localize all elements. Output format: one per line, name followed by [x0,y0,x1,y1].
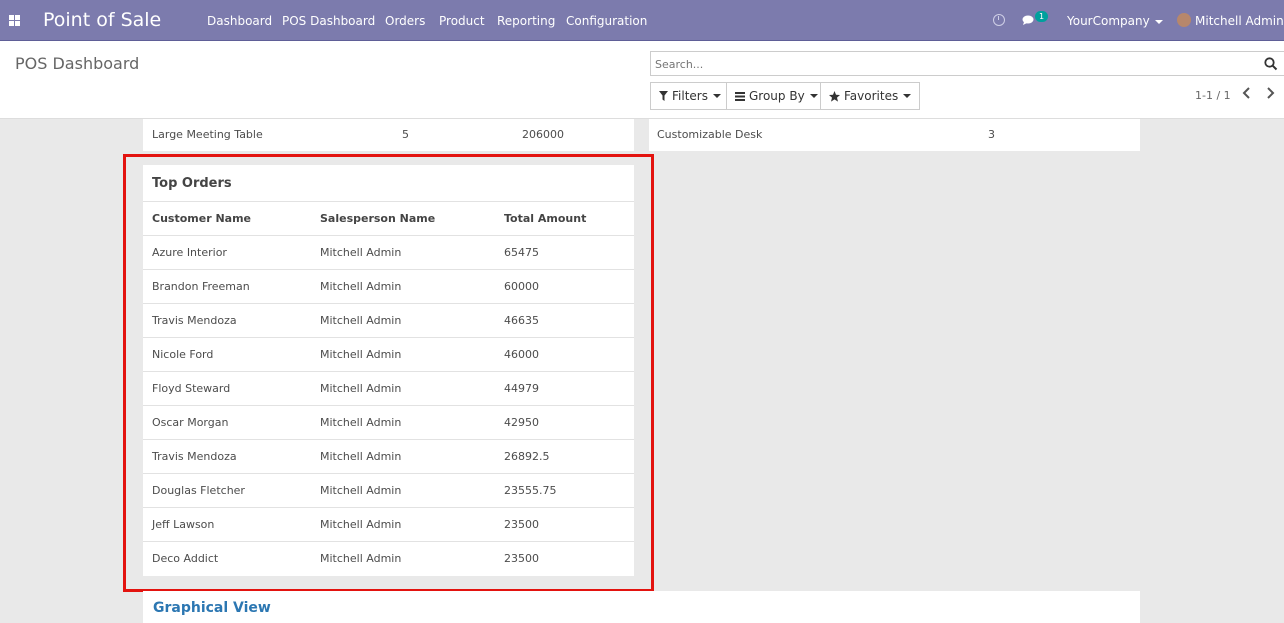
filter-icon [659,91,668,101]
graphical-view-panel: Graphical View [143,591,1140,623]
top-navbar: Point of Sale Dashboard POS Dashboard Or… [0,0,1284,41]
company-switcher[interactable]: YourCompany [1067,14,1163,28]
search-icon[interactable] [1264,57,1278,71]
product-qty: 3 [988,128,995,141]
user-name[interactable]: Mitchell Admin [1195,14,1284,28]
product-name: Customizable Desk [657,128,763,141]
highlight-box [123,154,654,592]
group-by-button[interactable]: Group By [726,82,827,110]
star-icon [829,90,840,102]
user-avatar[interactable] [1177,13,1191,27]
control-panel: POS Dashboard Filters Group By Favorites… [0,41,1284,119]
graphical-view-title: Graphical View [153,600,271,616]
menu-reporting[interactable]: Reporting [497,14,555,28]
favorites-button[interactable]: Favorites [820,82,921,110]
app-brand[interactable]: Point of Sale [43,9,161,31]
menu-configuration[interactable]: Configuration [566,14,647,28]
filters-button[interactable]: Filters [650,82,730,110]
product-name: Large Meeting Table [152,128,263,141]
group-by-label: Group By [749,89,805,103]
list-icon [735,91,745,101]
product-qty: 5 [402,128,409,141]
page-title: POS Dashboard [15,54,140,73]
chevron-right-icon[interactable] [1266,87,1275,99]
pager-value[interactable]: 1-1 / 1 [1195,89,1231,102]
activity-clock-icon[interactable] [993,14,1005,26]
top-products-panel: Large Meeting Table 5 206000 [143,119,634,151]
search-input[interactable] [655,56,1245,72]
top-products-panel-right: Customizable Desk 3 [649,119,1140,151]
filters-label: Filters [672,89,708,103]
chat-count-badge: 1 [1035,11,1049,22]
company-name: YourCompany [1067,14,1150,28]
chevron-down-icon [1154,19,1163,24]
menu-product[interactable]: Product [439,14,485,28]
menu-dashboard[interactable]: Dashboard [207,14,272,28]
chevron-down-icon [712,94,721,98]
chevron-down-icon [809,94,818,98]
chevron-down-icon [903,94,912,98]
menu-orders[interactable]: Orders [385,14,425,28]
menu-pos-dashboard[interactable]: POS Dashboard [282,14,375,28]
chevron-left-icon[interactable] [1242,87,1251,99]
chat-icon[interactable] [1022,15,1035,25]
favorites-label: Favorites [844,89,899,103]
search-box [650,51,1284,76]
apps-menu-icon[interactable] [9,15,20,26]
product-amount: 206000 [522,128,564,141]
